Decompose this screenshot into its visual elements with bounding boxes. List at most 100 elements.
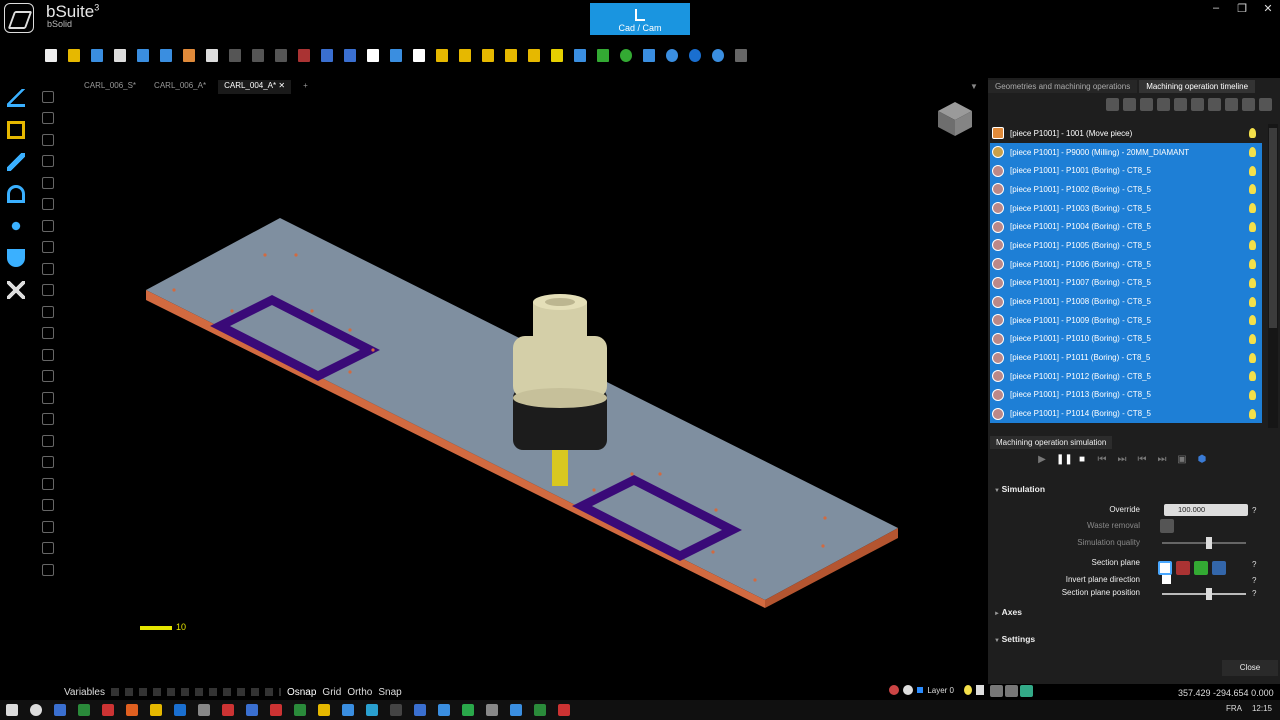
settings-section-header[interactable]: Settings — [994, 634, 1036, 644]
shield-icon[interactable] — [0, 242, 32, 274]
grid-toggle[interactable]: Grid — [322, 687, 341, 698]
view-front-icon[interactable] — [454, 44, 476, 66]
color-palette-icon[interactable] — [889, 685, 900, 695]
drawing-mode-icon[interactable] — [0, 82, 32, 114]
circle-icon[interactable] — [38, 215, 58, 237]
visibility-bulb-icon[interactable] — [1249, 240, 1256, 251]
geometry-icon[interactable] — [0, 114, 32, 146]
minimize-button[interactable]: – — [1206, 2, 1226, 14]
shaded-icon[interactable] — [546, 44, 568, 66]
operation-row[interactable]: [piece P1001] - 1001 (Move piece) — [990, 124, 1262, 143]
extrude-icon[interactable] — [38, 366, 58, 388]
measure-icon[interactable] — [0, 178, 32, 210]
folder-icon[interactable] — [168, 700, 192, 720]
search-icon[interactable] — [24, 700, 48, 720]
layer-color-icon[interactable] — [903, 685, 914, 695]
solid-icon[interactable] — [38, 344, 58, 366]
copy-icon[interactable] — [247, 44, 269, 66]
redo-icon[interactable] — [339, 44, 361, 66]
render-icon[interactable] — [569, 44, 591, 66]
settings-gear-icon[interactable]: ⬢ — [1196, 454, 1208, 466]
bulb-on-icon[interactable] — [1123, 98, 1136, 111]
bulb-icon[interactable] — [1106, 98, 1119, 111]
doc-tab[interactable]: CARL_006_A* — [148, 80, 212, 94]
view-top-icon[interactable] — [500, 44, 522, 66]
settings-icon[interactable] — [216, 700, 240, 720]
visibility-bulb-icon[interactable] — [1249, 128, 1256, 139]
outlook-icon[interactable] — [192, 700, 216, 720]
cone-icon[interactable] — [38, 559, 58, 581]
save-icon[interactable] — [1242, 98, 1255, 111]
rotate-icon[interactable] — [385, 44, 407, 66]
wireframe-icon[interactable] — [990, 685, 1003, 697]
app-icon[interactable] — [264, 700, 288, 720]
loft-icon[interactable] — [38, 430, 58, 452]
mirror-icon[interactable] — [38, 538, 58, 560]
section-plane-position-slider[interactable] — [1162, 588, 1246, 600]
box-icon[interactable] — [38, 323, 58, 345]
visibility-bulb-icon[interactable] — [1249, 315, 1256, 326]
pattern-icon[interactable] — [38, 516, 58, 538]
visibility-bulb-icon[interactable] — [1249, 147, 1256, 158]
waste-removal-toggle[interactable] — [1160, 519, 1174, 533]
new-file-icon[interactable] — [40, 44, 62, 66]
operation-row[interactable]: [piece P1001] - P1004 (Boring) - CT8_5 — [990, 217, 1262, 237]
transform-icon[interactable] — [0, 210, 32, 242]
export-orange-icon[interactable] — [178, 44, 200, 66]
sweep-icon[interactable] — [38, 409, 58, 431]
skip-back-icon[interactable]: ⏮ — [1136, 454, 1148, 466]
tree-icon[interactable] — [1020, 685, 1033, 697]
document-icon[interactable] — [1208, 98, 1221, 111]
operation-row[interactable]: [piece P1001] - P1011 (Boring) - CT8_5 — [990, 348, 1262, 367]
rectangle-icon[interactable] — [38, 194, 58, 216]
layer-name[interactable]: Layer 0 — [927, 686, 954, 695]
refresh-icon[interactable] — [1140, 98, 1153, 111]
help-icon[interactable] — [707, 44, 729, 66]
operation-row[interactable]: [piece P1001] - P1013 (Boring) - CT8_5 — [990, 385, 1262, 405]
globe-icon[interactable] — [661, 44, 683, 66]
section-plane-z-button[interactable] — [1212, 561, 1226, 575]
line-icon[interactable] — [38, 108, 58, 130]
import-icon[interactable] — [132, 44, 154, 66]
arc-icon[interactable] — [38, 129, 58, 151]
close-window-button[interactable]: ✕ — [1258, 2, 1278, 15]
curve-icon[interactable] — [38, 151, 58, 173]
spline-icon[interactable] — [38, 172, 58, 194]
clock[interactable]: 12:15 — [1252, 704, 1272, 713]
stop-icon[interactable]: ■ — [1076, 454, 1088, 466]
tab-timeline[interactable]: Machining operation timeline — [1139, 80, 1256, 93]
section-plane-none-button[interactable] — [1158, 561, 1172, 575]
save-as-icon[interactable] — [109, 44, 131, 66]
view-iso-icon[interactable] — [523, 44, 545, 66]
cut-icon[interactable] — [224, 44, 246, 66]
tab-geometries[interactable]: Geometries and machining operations — [988, 80, 1138, 93]
chrome-icon[interactable] — [240, 700, 264, 720]
word-icon[interactable] — [72, 700, 96, 720]
operation-row[interactable]: [piece P1001] - P1005 (Boring) - CT8_5 — [990, 236, 1262, 255]
export-icon[interactable] — [1225, 98, 1238, 111]
excel-icon[interactable] — [312, 700, 336, 720]
ortho-toggle[interactable]: Ortho — [347, 687, 372, 698]
doc-tab-active[interactable]: CARL_004_A* ✕ — [218, 80, 292, 94]
operation-row[interactable]: [piece P1001] - P1002 (Boring) - CT8_5 — [990, 180, 1262, 199]
visibility-bulb-icon[interactable] — [1249, 221, 1256, 232]
cylinder-icon[interactable] — [38, 473, 58, 495]
section-plane-x-button[interactable] — [1176, 561, 1190, 575]
save-icon[interactable] — [86, 44, 108, 66]
slider-thumb[interactable] — [1206, 537, 1212, 549]
cad-cam-mode-button[interactable]: Cad / Cam — [590, 3, 690, 35]
excel-icon[interactable] — [96, 700, 120, 720]
delete-icon[interactable] — [293, 44, 315, 66]
override-spinner[interactable]: 100.000 — [1164, 504, 1248, 516]
shell-icon[interactable] — [38, 495, 58, 517]
view-cube[interactable] — [936, 100, 974, 138]
spreadsheet-icon[interactable] — [1259, 98, 1272, 111]
dimension-icon[interactable] — [38, 301, 58, 323]
sphere-icon[interactable] — [684, 44, 706, 66]
step-back-icon[interactable]: ⏮ — [1096, 454, 1108, 466]
refresh-icon[interactable] — [615, 44, 637, 66]
app-icon[interactable] — [528, 700, 552, 720]
shaded-mode-icon[interactable] — [1005, 685, 1018, 697]
simulation-tab[interactable]: Machining operation simulation — [990, 436, 1113, 449]
open-folder-icon[interactable] — [63, 44, 85, 66]
